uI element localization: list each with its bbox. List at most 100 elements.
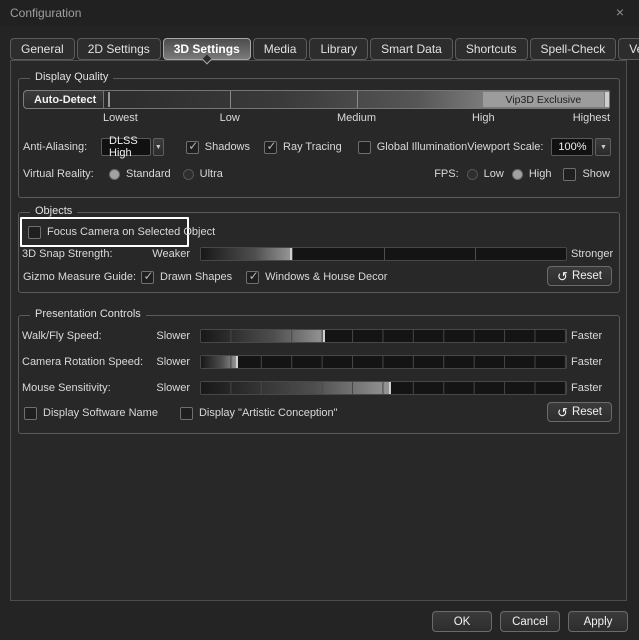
slider-tick [474, 248, 476, 260]
tab-3d-settings[interactable]: 3D Settings [162, 38, 251, 65]
dropdown-arrow-icon[interactable]: ▼ [153, 138, 164, 156]
quality-tick [230, 91, 232, 108]
fps-low-label: Low [483, 168, 504, 180]
snap-strength-label: 3D Snap Strength: [22, 248, 113, 260]
objects-group: Objects Focus Camera on Selected Object … [18, 205, 620, 293]
apply-button[interactable]: Apply [568, 611, 628, 632]
gizmo-label: Gizmo Measure Guide: [23, 271, 137, 283]
focus-camera-label: Focus Camera on Selected Object [47, 226, 216, 238]
fps-show-label: Show [582, 168, 610, 180]
anti-aliasing-dropdown[interactable]: DLSS High ▼ [101, 135, 164, 159]
reset-icon: ↺ [557, 268, 568, 284]
tab-spell-check[interactable]: Spell-Check [529, 38, 617, 60]
footer-buttons: OK Cancel Apply [432, 611, 628, 632]
camera-rotation-slider[interactable] [200, 355, 567, 369]
ok-button[interactable]: OK [432, 611, 492, 632]
gizmo-row: Gizmo Measure Guide: ✓ Drawn Shapes ✓ Wi… [23, 269, 610, 285]
presentation-legend: Presentation Controls [30, 308, 146, 320]
label-low: Low [219, 112, 240, 124]
viewport-scale-dropdown[interactable]: 100% ▼ [551, 138, 612, 156]
display-artistic-label: Display "Artistic Conception" [198, 407, 338, 419]
title-bar: Configuration × [0, 0, 639, 26]
fps-low-radio[interactable] [466, 168, 478, 180]
virtual-reality-label: Virtual Reality: [23, 168, 94, 180]
reset-icon: ↺ [557, 404, 568, 420]
label-highest: Highest [572, 112, 610, 124]
label-lowest: Lowest [103, 112, 138, 124]
walk-fly-speed-slider[interactable] [200, 329, 567, 343]
tab-vendors[interactable]: Vendors [618, 38, 639, 60]
check-icon: ✓ [248, 268, 259, 283]
tab-shortcuts[interactable]: Shortcuts [454, 38, 528, 60]
fps-high-label: High [528, 168, 552, 180]
slider-ticks [201, 330, 566, 342]
check-icon: ✓ [188, 138, 199, 153]
global-illumination-checkbox[interactable] [357, 140, 371, 154]
walk-faster-label: Faster [571, 330, 603, 342]
camera-rotation-row: Camera Rotation Speed: Slower Faster [22, 355, 611, 370]
display-software-name-checkbox[interactable] [24, 406, 37, 420]
slider-tick [383, 248, 385, 260]
fps-label: FPS: [434, 168, 459, 180]
quality-tick [356, 91, 358, 108]
mouse-sensitivity-row: Mouse Sensitivity: Slower Faster [22, 381, 611, 396]
slider-tick [292, 248, 294, 260]
vr-standard-radio[interactable] [109, 168, 120, 180]
tab-smart-data[interactable]: Smart Data [370, 38, 453, 60]
display-quality-group: Display Quality Auto-Detect Vip3D Exclus… [18, 71, 620, 198]
tab-2d-settings[interactable]: 2D Settings [76, 38, 161, 60]
window-title: Configuration [10, 6, 82, 20]
display-artistic-checkbox[interactable] [179, 406, 193, 420]
windows-decor-label: Windows & House Decor [265, 271, 388, 283]
quality-slider-endcap [605, 92, 609, 107]
anti-aliasing-value[interactable]: DLSS High [101, 135, 151, 159]
display-quality-slider[interactable]: Vip3D Exclusive [103, 90, 610, 109]
drawn-shapes-label: Drawn Shapes [160, 271, 233, 283]
snap-strength-slider[interactable] [200, 247, 567, 261]
vip3d-exclusive-zone: Vip3D Exclusive [482, 92, 604, 107]
label-high: High [471, 112, 495, 124]
reset-label: Reset [571, 406, 602, 418]
tab-content-panel: Display Quality Auto-Detect Vip3D Exclus… [10, 60, 627, 601]
dropdown-arrow-icon[interactable]: ▼ [595, 138, 612, 156]
drawn-shapes-checkbox[interactable]: ✓ [141, 268, 154, 284]
viewport-scale-label: Viewport Scale: [467, 141, 544, 153]
objects-legend: Objects [30, 205, 78, 217]
ray-tracing-label: Ray Tracing [283, 141, 342, 153]
tab-library[interactable]: Library [309, 38, 369, 60]
display-quality-legend: Display Quality [30, 71, 114, 83]
quality-slider-handle[interactable] [108, 92, 110, 107]
shadows-checkbox[interactable]: ✓ [185, 138, 199, 154]
tab-media[interactable]: Media [252, 38, 308, 60]
presentation-reset-button[interactable]: ↺ Reset [547, 402, 612, 422]
configuration-dialog: Configuration × General 2D Settings 3D S… [0, 0, 639, 640]
tab-general[interactable]: General [10, 38, 75, 60]
viewport-scale-value[interactable]: 100% [551, 138, 594, 156]
mouse-faster-label: Faster [571, 382, 603, 394]
check-icon: ✓ [143, 268, 154, 283]
ray-tracing-checkbox[interactable]: ✓ [264, 139, 278, 154]
windows-decor-checkbox[interactable]: ✓ [246, 268, 260, 284]
auto-detect-button[interactable]: Auto-Detect [23, 90, 108, 109]
focus-camera-checkbox[interactable] [28, 225, 41, 239]
fps-show-checkbox[interactable] [563, 167, 577, 181]
quality-scale-labels: Lowest Low Medium High Highest [103, 112, 610, 125]
fps-high-radio[interactable] [511, 168, 523, 180]
shadows-label: Shadows [204, 141, 251, 153]
snap-stronger-label: Stronger [571, 248, 614, 260]
mouse-slower-label: Slower [156, 382, 190, 394]
cancel-button[interactable]: Cancel [500, 611, 560, 632]
close-icon[interactable]: × [611, 4, 629, 20]
camera-faster-label: Faster [571, 356, 603, 368]
snap-strength-row: 3D Snap Strength: Weaker Stronger [22, 247, 614, 262]
mouse-sensitivity-slider[interactable] [200, 381, 567, 395]
presentation-controls-group: Presentation Controls Walk/Fly Speed: Sl… [18, 308, 620, 434]
camera-slower-label: Slower [156, 356, 190, 368]
objects-reset-button[interactable]: ↺ Reset [547, 266, 612, 286]
vr-ultra-radio[interactable] [182, 168, 194, 180]
focus-camera-highlight-box: Focus Camera on Selected Object [20, 217, 215, 247]
walk-fly-speed-label: Walk/Fly Speed: [22, 330, 102, 342]
walk-slower-label: Slower [156, 330, 190, 342]
display-software-name-label: Display Software Name [43, 407, 158, 419]
slider-ticks [201, 356, 566, 368]
